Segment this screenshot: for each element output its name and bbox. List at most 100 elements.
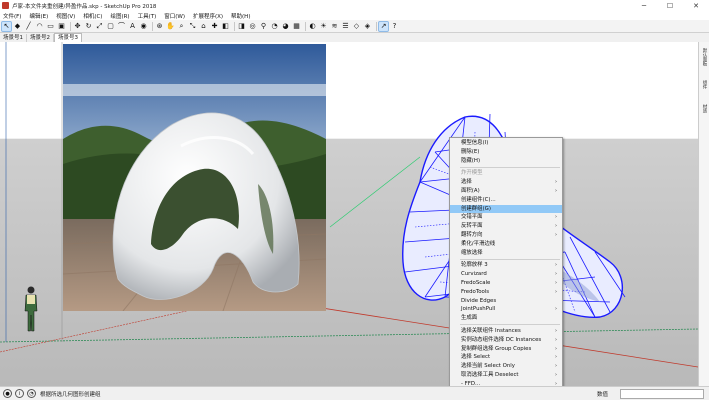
context-menu-item[interactable]: 面积(A) ›	[450, 187, 562, 196]
arc-tool-icon[interactable]: ◠	[35, 22, 44, 31]
context-menu-item[interactable]: 选择关联组件 Instances ›	[450, 327, 562, 336]
title-bar: 卢家-本文件夹重创建/异盈作品.skp - SketchUp Pro 2018 …	[0, 0, 709, 11]
toolbar-separator	[234, 21, 235, 31]
account-icon[interactable]: ◔	[27, 389, 36, 398]
lookaround-tool-icon[interactable]: ◔	[270, 22, 279, 31]
pan-tool-icon[interactable]: ✋	[166, 22, 175, 31]
menu-edit[interactable]: 编辑(E)	[29, 12, 48, 20]
context-menu-item[interactable]: FredoScale ›	[450, 279, 562, 288]
close-button[interactable]: ✕	[683, 0, 709, 11]
tray-label-default[interactable]: 默认面板	[701, 48, 707, 66]
context-menu-item[interactable]: 翻转方向 ›	[450, 231, 562, 240]
tab-scene-3[interactable]: 场景号3	[54, 33, 82, 42]
eraser-tool-icon[interactable]: ◆	[13, 22, 22, 31]
context-menu-item[interactable]: 删除(E)	[450, 148, 562, 157]
context-menu-item[interactable]: 实例动态组件选择 DC Instances ›	[450, 336, 562, 345]
solid-tool-icon[interactable]: ◕	[281, 22, 290, 31]
shadow-tool-icon[interactable]: ☀	[319, 22, 328, 31]
context-menu-item[interactable]: 缩放选择	[450, 249, 562, 258]
context-menu-item[interactable]: 隐藏(H)	[450, 157, 562, 166]
zoom-extents-tool-icon[interactable]: ⤡	[188, 22, 197, 31]
context-menu-item[interactable]: 柔化/平滑边线	[450, 240, 562, 249]
menu-window[interactable]: 窗口(W)	[164, 12, 185, 20]
measurements-input[interactable]	[620, 389, 704, 399]
context-menu-item[interactable]: 复制群组选择 Group Copies ›	[450, 345, 562, 354]
context-menu-item[interactable]: 生成面	[450, 314, 562, 323]
menu-help[interactable]: 帮助(H)	[231, 12, 250, 20]
menu-separator	[460, 324, 560, 326]
context-menu-item[interactable]: 创建组件(C)...	[450, 196, 562, 205]
context-menu-item-label: JointPushPull	[461, 306, 496, 313]
pushpull-tool-icon[interactable]: ▣	[57, 22, 66, 31]
select-tool-icon[interactable]: ↖	[1, 20, 12, 32]
extension-tool-icon[interactable]: ✚	[210, 22, 219, 31]
credits-icon[interactable]: i	[15, 389, 24, 398]
orbit-tool-icon[interactable]: ⊛	[155, 22, 164, 31]
minimize-button[interactable]: ─	[631, 0, 657, 11]
context-menu-item-label: FredoScale	[461, 279, 491, 286]
context-menu-item-label: 选择	[461, 179, 472, 186]
modeling-viewport[interactable]: 模型信息(I) 删除(E) 隐藏(H) 炸开模型 选择 › 面积(A) › 创建组件(C)...…	[0, 42, 698, 386]
menu-file[interactable]: 文件(F)	[3, 12, 21, 20]
shape-tool-icon[interactable]: ▭	[46, 22, 55, 31]
menu-view[interactable]: 视图(V)	[56, 12, 75, 20]
context-menu-item[interactable]: FredoTools ›	[450, 288, 562, 297]
menu-camera[interactable]: 相机(C)	[83, 12, 102, 20]
fog-tool-icon[interactable]: ≋	[330, 22, 339, 31]
style-tool-icon[interactable]: ◐	[308, 22, 317, 31]
tab-scene-2[interactable]: 场景号2	[27, 34, 54, 42]
layer-tool-icon[interactable]: ☰	[341, 22, 350, 31]
context-menu-item[interactable]: 取消选择工具 Deselect ›	[450, 371, 562, 380]
offset-tool-icon[interactable]: ▢	[106, 22, 115, 31]
line-tool-icon[interactable]: ╱	[24, 22, 33, 31]
context-menu-item-label: FredoTools	[461, 288, 490, 295]
context-menu-item[interactable]: 交错平面 ›	[450, 213, 562, 222]
tape-tool-icon[interactable]: ⌒	[117, 22, 126, 31]
camera-tool-icon[interactable]: ◎	[248, 22, 257, 31]
scale-tool-icon[interactable]: ⤢	[95, 22, 104, 31]
menu-extensions[interactable]: 扩展程序(X)	[193, 12, 223, 20]
measurements-label: 数值	[597, 391, 609, 398]
context-menu-item[interactable]: 轮廓放样 3 ›	[450, 261, 562, 270]
context-menu-item[interactable]: Divide Edges	[450, 297, 562, 306]
window-controls: ─ ☐ ✕	[631, 0, 709, 11]
context-menu-item[interactable]: Curvizard ›	[450, 270, 562, 279]
context-menu-item-label: 删除(E)	[461, 148, 480, 155]
reference-photo-plane[interactable]	[63, 44, 326, 311]
tray-label-materials[interactable]: 材质	[701, 104, 707, 113]
sandbox-tool-icon[interactable]: ▦	[292, 22, 301, 31]
scale-figure[interactable]	[22, 285, 40, 333]
context-menu-item[interactable]: 选择 Select ›	[450, 353, 562, 362]
cursor-highlight-tool-icon[interactable]: ↗	[378, 20, 389, 32]
help-tool-icon[interactable]: ?	[390, 22, 399, 31]
submenu-chevron-icon: ›	[555, 187, 557, 194]
menu-tools[interactable]: 工具(T)	[138, 12, 157, 20]
warehouse-tool-icon[interactable]: ⌂	[199, 22, 208, 31]
submenu-chevron-icon: ›	[555, 345, 557, 352]
context-menu-item[interactable]: 反转平面 ›	[450, 222, 562, 231]
maximize-button[interactable]: ☐	[657, 0, 683, 11]
rotate-tool-icon[interactable]: ↻	[84, 22, 93, 31]
submenu-chevron-icon: ›	[555, 262, 557, 269]
walk-tool-icon[interactable]: ⚲	[259, 22, 268, 31]
paint-tool-icon[interactable]: ◉	[139, 22, 148, 31]
context-menu-item[interactable]: 创建群组(G)	[450, 204, 562, 214]
context-menu: 模型信息(I) 删除(E) 隐藏(H) 炸开模型 选择 › 面积(A) › 创建组件(C)...…	[449, 137, 563, 386]
plugin-b-tool-icon[interactable]: ◈	[363, 22, 372, 31]
context-menu-item-label: 炸开模型	[461, 170, 483, 177]
menu-draw[interactable]: 绘图(R)	[110, 12, 129, 20]
context-menu-item[interactable]: JointPushPull ›	[450, 305, 562, 314]
context-menu-item-label: 缩放选择	[461, 249, 483, 256]
section-tool-icon[interactable]: ◧	[221, 22, 230, 31]
context-menu-item[interactable]: 选择 ›	[450, 178, 562, 187]
tray-label-components[interactable]: 组件	[701, 80, 707, 89]
context-menu-item[interactable]: 模型信息(I)	[450, 139, 562, 148]
zoom-tool-icon[interactable]: ⌕	[177, 22, 186, 31]
text-tool-icon[interactable]: A	[128, 22, 137, 31]
move-tool-icon[interactable]: ✥	[73, 22, 82, 31]
tab-scene-1[interactable]: 场景号1	[0, 34, 27, 42]
plugin-a-tool-icon[interactable]: ◇	[352, 22, 361, 31]
xray-tool-icon[interactable]: ◨	[237, 22, 246, 31]
geo-location-icon[interactable]: ●	[3, 389, 12, 398]
context-menu-item[interactable]: 选择当前 Select Only ›	[450, 362, 562, 371]
